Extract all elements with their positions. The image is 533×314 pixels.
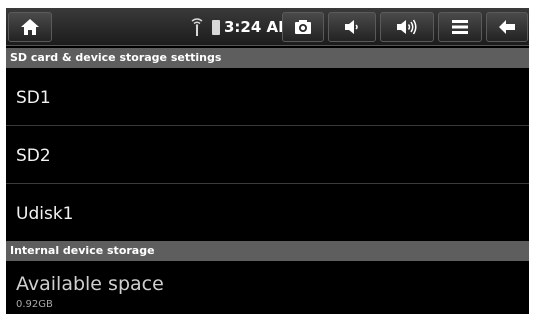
- camera-icon: [295, 20, 311, 34]
- back-arrow-icon: [499, 20, 515, 34]
- list-item-sd2[interactable]: SD2: [6, 126, 529, 184]
- back-button[interactable]: [486, 12, 528, 42]
- available-space-label: Available space: [16, 273, 164, 295]
- volume-down-icon: [345, 20, 358, 34]
- list-item-label: SD2: [16, 146, 51, 166]
- list-item-sd1[interactable]: SD1: [6, 68, 529, 126]
- signal-icon: [191, 18, 203, 36]
- volume-up-button[interactable]: [380, 12, 434, 42]
- list-item-udisk1[interactable]: Udisk1: [6, 184, 529, 241]
- volume-up-icon: [397, 19, 417, 35]
- section-header-internal: Internal device storage: [6, 241, 529, 261]
- available-space-value: 0.92GB: [16, 299, 53, 310]
- available-space-item: Available space 0.92GB: [6, 261, 529, 314]
- status-bar: 3:24 AM: [6, 8, 529, 46]
- home-button[interactable]: [8, 12, 52, 42]
- menu-icon: [452, 20, 468, 34]
- list-item-label: Udisk1: [16, 204, 74, 224]
- list-item-label: SD1: [16, 88, 51, 108]
- section-header-sd: SD card & device storage settings: [6, 48, 529, 68]
- menu-button[interactable]: [438, 12, 482, 42]
- device-screen: 3:24 AM SD card & device storage setting…: [6, 8, 529, 314]
- screenshot-button[interactable]: [282, 12, 324, 42]
- home-icon: [21, 19, 39, 35]
- battery-icon: [212, 20, 220, 35]
- volume-down-button[interactable]: [328, 12, 376, 42]
